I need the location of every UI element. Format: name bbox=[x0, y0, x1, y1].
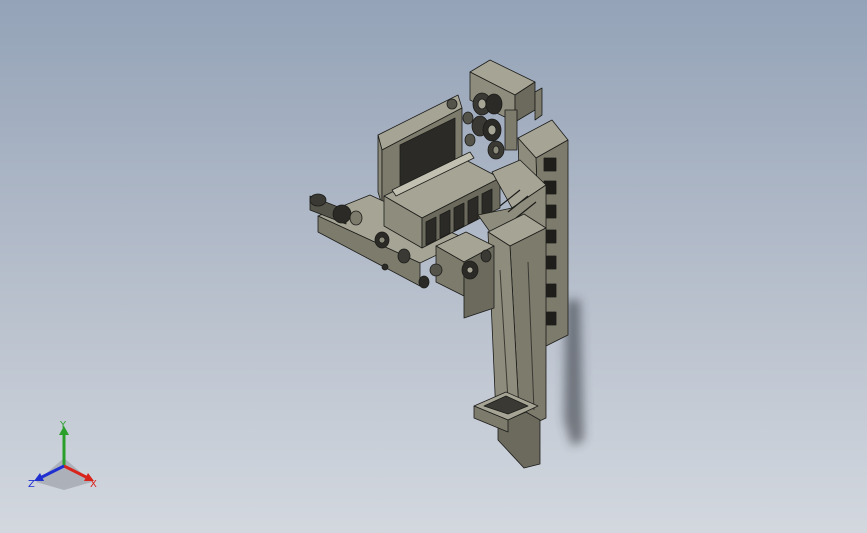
z-axis-label: Z bbox=[28, 479, 35, 490]
orientation-triad[interactable]: Y X Z bbox=[22, 418, 106, 496]
cad-model-view[interactable] bbox=[0, 0, 867, 533]
x-axis-label: X bbox=[90, 479, 97, 490]
y-axis-label: Y bbox=[59, 420, 67, 431]
graphics-viewport[interactable]: Y X Z bbox=[0, 0, 867, 533]
top-block-side bbox=[534, 87, 543, 121]
assembly-model[interactable] bbox=[309, 59, 569, 469]
